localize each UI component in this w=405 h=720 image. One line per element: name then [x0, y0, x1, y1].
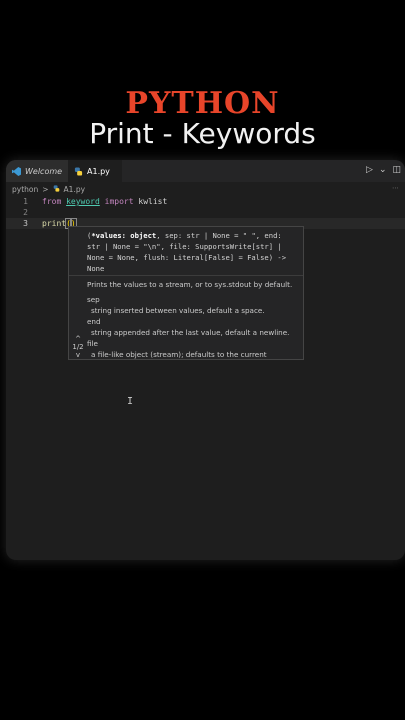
- text-cursor-icon: I: [127, 396, 134, 407]
- breadcrumb-separator: >: [42, 184, 49, 194]
- python-icon: [74, 166, 83, 176]
- vscode-window: Welcome A1.py ▷ ⌄ ◫ python > A1.py ⋯ 1 f…: [6, 160, 405, 560]
- code-line[interactable]: 1 from keyword import kwlist: [6, 196, 405, 207]
- chevron-down-icon[interactable]: ⌄: [379, 165, 387, 175]
- breadcrumb-folder[interactable]: python: [12, 185, 38, 194]
- line-number: 2: [23, 208, 28, 217]
- module-keyword: keyword: [66, 197, 100, 206]
- split-editor-icon[interactable]: ◫: [392, 165, 401, 175]
- vscode-icon: [12, 166, 21, 176]
- code-line[interactable]: 2: [6, 207, 405, 218]
- line-number: 3: [23, 219, 28, 228]
- breadcrumb-file[interactable]: A1.py: [64, 185, 86, 194]
- documentation: Prints the values to a stream, or to sys…: [87, 279, 299, 359]
- doc-summary: Prints the values to a stream, or to sys…: [87, 280, 293, 289]
- title-print-keywords: Print - Keywords: [89, 117, 316, 150]
- tab-welcome[interactable]: Welcome: [6, 160, 68, 182]
- video-title-area: PYTHON Print - Keywords: [0, 0, 405, 160]
- breadcrumb: python > A1.py: [12, 182, 85, 196]
- param-desc: a file-like object (stream); defaults to…: [91, 350, 267, 359]
- more-actions-icon[interactable]: ⋯: [392, 184, 399, 192]
- editor-toolbar: ▷ ⌄ ◫: [366, 165, 401, 175]
- identifier-kwlist: kwlist: [138, 197, 168, 206]
- function-signature: (*values: object, sep: str | None = " ",…: [87, 230, 299, 274]
- tab-a1-py[interactable]: A1.py: [68, 160, 122, 182]
- param-term: sep: [87, 295, 100, 304]
- tab-bar: Welcome A1.py ▷ ⌄ ◫: [6, 160, 405, 182]
- param-term: file: [87, 339, 98, 348]
- tab-welcome-label: Welcome: [25, 166, 63, 176]
- keyword-from: from: [42, 197, 62, 206]
- param-term: end: [87, 317, 101, 326]
- play-icon[interactable]: ▷: [366, 165, 373, 175]
- divider: [69, 275, 303, 276]
- function-print: print: [42, 219, 67, 228]
- signature-active-param: *values: object: [91, 231, 157, 240]
- python-icon: [53, 184, 60, 194]
- overload-navigator: ^ 1/2 v: [69, 335, 87, 359]
- signature-help-popup[interactable]: (*values: object, sep: str | None = " ",…: [68, 226, 304, 360]
- line-number: 1: [23, 197, 28, 206]
- code-text[interactable]: from keyword import kwlist: [42, 196, 167, 207]
- overload-count: 1/2: [72, 343, 84, 351]
- param-desc: string appended after the last value, de…: [91, 328, 290, 337]
- param-desc: string inserted between values, default …: [91, 306, 265, 315]
- keyword-import: import: [104, 197, 134, 206]
- tab-a1-label: A1.py: [87, 166, 110, 176]
- code-editor[interactable]: 1 from keyword import kwlist 2 3 print(): [6, 196, 405, 229]
- chevron-down-icon[interactable]: v: [69, 351, 87, 359]
- chevron-up-icon[interactable]: ^: [69, 335, 87, 343]
